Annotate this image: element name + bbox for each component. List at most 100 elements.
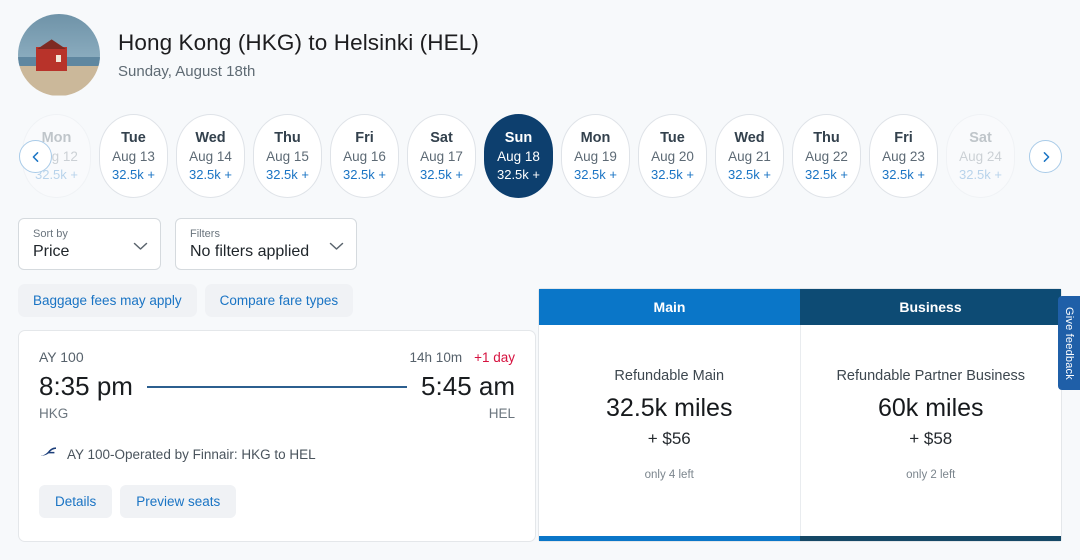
date-pill[interactable]: Sat Aug 17 32.5k + (407, 114, 476, 198)
fare-option-business[interactable]: Refundable Partner Business 60k miles + … (799, 325, 1062, 536)
date-pill-price: 32.5k + (496, 167, 540, 182)
fare-columns: Refundable Main 32.5k miles + $56 only 4… (539, 325, 1061, 536)
fare-name: Refundable Partner Business (836, 368, 1026, 384)
filters-value: No filters applied (190, 242, 310, 260)
fare-miles: 32.5k miles (606, 394, 733, 422)
date-pill-price: 32.5k + (727, 167, 771, 182)
route-line (146, 385, 408, 388)
preview-seats-button[interactable]: Preview seats (120, 485, 237, 518)
date-pill-price: 32.5k + (342, 167, 386, 182)
date-pill-dow: Fri (355, 130, 374, 146)
date-pill-dow: Sat (430, 130, 453, 146)
date-pill-dow: Mon (580, 130, 611, 146)
header-text-block: Hong Kong (HKG) to Helsinki (HEL) Sunday… (118, 30, 479, 80)
date-pill-date: Aug 14 (189, 149, 232, 164)
date-pill-dow: Wed (195, 130, 226, 146)
date-pill-date: Aug 13 (112, 149, 155, 164)
seats-left: only 2 left (906, 469, 956, 481)
date-pill[interactable]: Tue Aug 20 32.5k + (638, 114, 707, 198)
day-offset-badge: +1 day (474, 350, 515, 365)
date-pill-list: Mon Aug 12 32.5k + Tue Aug 13 32.5k + Wed Aug 1… (0, 114, 1080, 198)
date-pill-price: 32.5k + (419, 167, 463, 182)
fare-cash: + $58 (909, 429, 953, 448)
flight-result-card[interactable]: AY 100 14h 10m +1 day 8:35 pm 5:45 am HK… (18, 330, 536, 542)
departure-airport-code: HKG (39, 406, 69, 421)
departure-time: 8:35 pm (39, 371, 133, 401)
fare-panel: Main Business Refundable Main 32.5k mile… (538, 288, 1062, 542)
date-pill-dow: Tue (660, 130, 685, 146)
date-pill-dow: Thu (813, 130, 840, 146)
tab-business[interactable]: Business (800, 289, 1061, 325)
fare-name: Refundable Main (614, 368, 725, 384)
date-pill[interactable]: Tue Aug 13 32.5k + (99, 114, 168, 198)
fare-cash: + $56 (647, 429, 691, 448)
date-pill[interactable]: Wed Aug 21 32.5k + (715, 114, 784, 198)
duration-group: 14h 10m +1 day (410, 350, 515, 365)
flight-number: AY 100 (39, 349, 84, 365)
date-pill[interactable]: Wed Aug 14 32.5k + (176, 114, 245, 198)
compare-fare-types-link[interactable]: Compare fare types (204, 284, 354, 317)
details-button[interactable]: Details (39, 485, 113, 518)
seats-left: only 4 left (644, 469, 694, 481)
date-pill-price: 32.5k + (111, 167, 155, 182)
arrival-airport-code: HEL (488, 406, 515, 421)
red-house-shape (36, 46, 68, 72)
date-pill-dow: Sun (504, 130, 533, 146)
date-pill-date: Aug 18 (497, 149, 540, 164)
house-window-shape (55, 55, 62, 62)
carousel-prev-button[interactable] (19, 140, 52, 173)
operated-by-text: AY 100-Operated by Finnair: HKG to HEL (67, 446, 316, 462)
fare-option-main[interactable]: Refundable Main 32.5k miles + $56 only 4… (539, 325, 800, 536)
date-pill-price: 32.5k + (188, 167, 232, 182)
date-pill-dow: Wed (734, 130, 765, 146)
sort-by-label: Sort by (33, 227, 68, 240)
date-pill-date: Aug 19 (574, 149, 617, 164)
date-pill-price: 32.5k + (804, 167, 848, 182)
operated-by-row: AY 100-Operated by Finnair: HKG to HEL (39, 445, 515, 463)
fare-panel-bottom-bar (539, 536, 1061, 541)
page-subtitle: Sunday, August 18th (118, 63, 256, 80)
sort-by-value: Price (33, 242, 70, 260)
date-pill[interactable]: Fri Aug 16 32.5k + (330, 114, 399, 198)
date-pill-price: 32.5k + (881, 167, 925, 182)
date-pill-date: Aug 20 (651, 149, 694, 164)
page-header: Hong Kong (HKG) to Helsinki (HEL) Sunday… (0, 0, 1080, 96)
flight-times-row: 8:35 pm 5:45 am (39, 371, 515, 402)
filters-label: Filters (190, 227, 220, 240)
date-pill[interactable]: Fri Aug 23 32.5k + (869, 114, 938, 198)
carousel-next-button[interactable] (1029, 140, 1062, 173)
date-pill-dow: Sat (969, 130, 992, 146)
date-pill-dow: Thu (274, 130, 301, 146)
date-carousel: Mon Aug 12 32.5k + Tue Aug 13 32.5k + Wed Aug 1… (0, 114, 1080, 204)
baggage-fees-link[interactable]: Baggage fees may apply (18, 284, 197, 317)
date-pill-date: Aug 15 (266, 149, 309, 164)
date-pill[interactable]: Thu Aug 22 32.5k + (792, 114, 861, 198)
date-pill-date: Aug 21 (728, 149, 771, 164)
filters-select[interactable]: Filters No filters applied (175, 218, 357, 270)
bottom-bar-business (800, 536, 1061, 541)
date-pill[interactable]: Mon Aug 19 32.5k + (561, 114, 630, 198)
sort-by-select[interactable]: Sort by Price (18, 218, 161, 270)
date-pill-price: 32.5k + (573, 167, 617, 182)
date-pill[interactable]: Thu Aug 15 32.5k + (253, 114, 322, 198)
tab-main[interactable]: Main (539, 289, 800, 325)
chevron-left-icon (32, 151, 38, 162)
controls-row: Sort by Price Filters No filters applied (0, 204, 1080, 270)
date-pill-price: 32.5k + (265, 167, 309, 182)
date-pill[interactable]: Sun Aug 18 32.5k + (484, 114, 553, 198)
date-pill-date: Aug 17 (420, 149, 463, 164)
chevron-right-icon (1043, 151, 1049, 162)
chevron-down-icon (133, 238, 148, 256)
date-pill-price: 32.5k + (958, 167, 1002, 182)
date-pill-date: Aug 22 (805, 149, 848, 164)
date-pill-date: Aug 24 (959, 149, 1002, 164)
date-pill-dow: Tue (121, 130, 146, 146)
flight-search-page: Hong Kong (HKG) to Helsinki (HEL) Sunday… (0, 0, 1080, 560)
finnair-logo-icon (39, 445, 58, 463)
date-pill-date: Aug 23 (882, 149, 925, 164)
give-feedback-label: Give feedback (1063, 306, 1075, 380)
give-feedback-tab[interactable]: Give feedback (1058, 296, 1080, 390)
flight-duration: 14h 10m (409, 350, 463, 365)
date-pill[interactable]: Sat Aug 24 32.5k + (946, 114, 1015, 198)
bottom-bar-main (539, 536, 800, 541)
